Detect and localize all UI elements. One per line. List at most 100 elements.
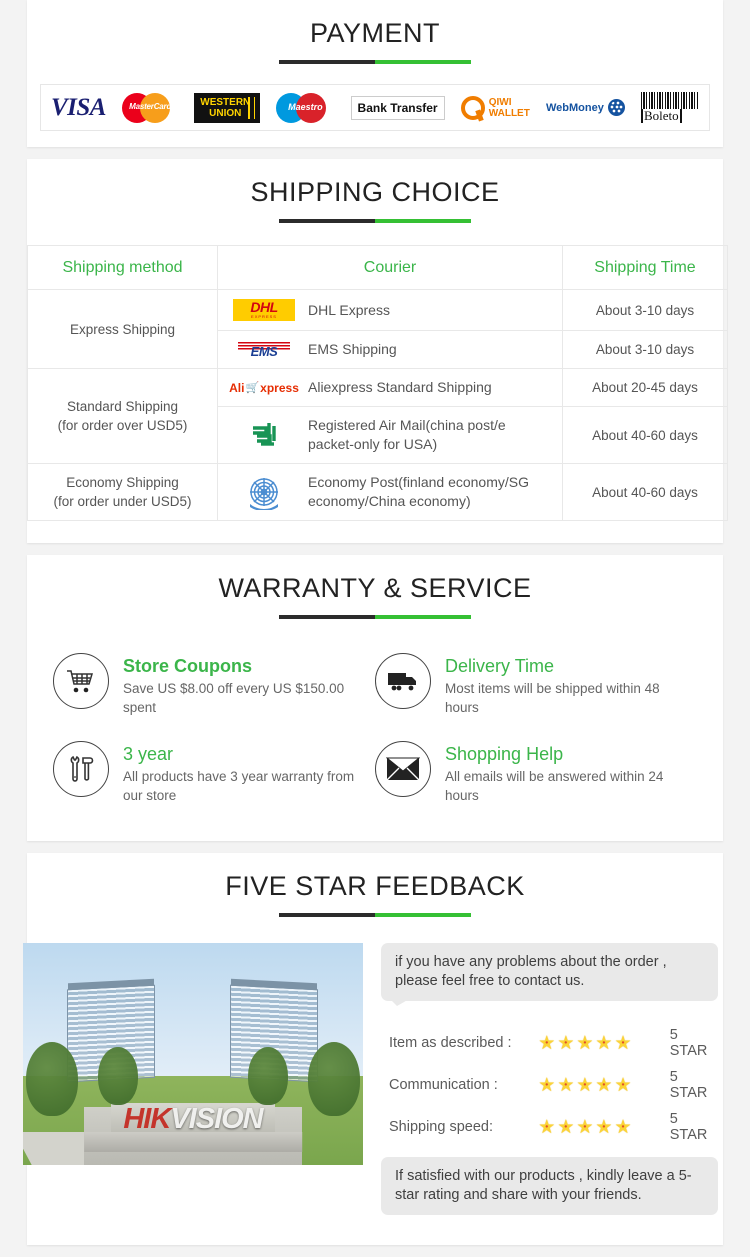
star-icon: ★ [595, 1076, 612, 1095]
shopping-cart-icon [53, 653, 109, 709]
rating-value: 5 STAR [669, 1069, 708, 1101]
cell-courier: EMS EMS Shipping [217, 330, 563, 369]
cell-time: About 20-45 days [562, 368, 728, 407]
underline-dark-half [279, 60, 375, 64]
wu-line2: UNION [209, 107, 242, 119]
warranty-item-desc: Save US $8.00 off every US $150.00 spent [123, 681, 345, 715]
star-icon: ★ [557, 1034, 574, 1053]
shipping-title: SHIPPING CHOICE [250, 177, 500, 207]
maestro-logo: Maestro [276, 92, 334, 123]
table-row: Express Shipping DHL EXPRESS DHL Express … [27, 289, 728, 369]
tree [307, 1042, 360, 1117]
sign-text-red: HIK [123, 1103, 171, 1136]
tree [248, 1047, 289, 1106]
visa-logo: VISA [51, 93, 106, 121]
webmoney-globe-icon [607, 99, 625, 116]
qiwi-wallet-logo: QIWI WALLET [460, 95, 530, 120]
underline-dark-half [279, 615, 375, 619]
method-line1: Economy Shipping [66, 475, 179, 490]
courier-name: DHL Express [308, 301, 390, 318]
underline-green-half [375, 60, 471, 64]
cell-time: About 40-60 days [562, 463, 728, 521]
star-icon: ★ [538, 1076, 555, 1095]
star-icon: ★ [595, 1118, 612, 1137]
warranty-item-desc: Most items will be shipped within 48 hou… [445, 681, 660, 715]
rating-row-communication: Communication : ★ ★ ★ ★ ★ 5 STAR [389, 1069, 718, 1101]
star-rating-icons: ★ ★ ★ ★ ★ [538, 1076, 655, 1095]
title-underline [279, 615, 471, 619]
column-header-courier: Courier [217, 245, 563, 290]
warranty-item-delivery-time: Delivery Time Most items will be shipped… [375, 653, 697, 717]
webmoney-logo: WebMoney [546, 99, 625, 116]
courier-name: EMS Shipping [308, 341, 397, 357]
cell-courier: Ali 🛒 xpress Aliexpress Standard Shipping [217, 368, 563, 407]
courier-name: Registered Air Mail(china post/e packet-… [308, 417, 506, 452]
sign-text-white: VISION [170, 1103, 263, 1136]
star-icon: ★ [557, 1118, 574, 1137]
bank-transfer-logo: Bank Transfer [350, 95, 445, 120]
payment-section: PAYMENT VISA MasterCard WESTERN UNION Ma… [27, 0, 723, 147]
star-icon: ★ [614, 1118, 631, 1137]
star-icon: ★ [576, 1118, 593, 1137]
column-header-time: Shipping Time [562, 245, 728, 290]
cell-method: Economy Shipping (for order under USD5) [27, 463, 218, 521]
warranty-item-desc: All products have 3 year warranty from o… [123, 769, 355, 803]
star-icon: ★ [538, 1034, 555, 1053]
feedback-section: FIVE STAR FEEDBACK HIKVISION if you have… [23, 853, 723, 1245]
cell-method: Express Shipping [27, 289, 218, 369]
star-rating-icons: ★ ★ ★ ★ ★ [538, 1118, 655, 1137]
underline-dark-half [279, 219, 375, 223]
ems-logo: EMS [226, 341, 302, 358]
china-post-logo [226, 419, 302, 451]
warranty-item-title: Store Coupons [123, 656, 252, 676]
warranty-item-shopping-help: Shopping Help All emails will be answere… [375, 741, 697, 805]
table-row: Economy Shipping (for order under USD5) [27, 463, 728, 521]
star-icon: ★ [614, 1076, 631, 1095]
warranty-item-desc: All emails will be answered within 24 ho… [445, 769, 664, 803]
payment-logo-strip: VISA MasterCard WESTERN UNION Maestro Ba… [40, 84, 710, 131]
qiwi-line2: WALLET [488, 107, 530, 119]
underline-green-half [375, 913, 471, 917]
star-icon: ★ [538, 1118, 555, 1137]
tree [97, 1047, 138, 1106]
warranty-item-3-year: 3 year All products have 3 year warranty… [53, 741, 375, 805]
hikvision-sign: HIKVISION [123, 1103, 263, 1136]
shipping-table: Shipping method Courier Shipping Time Ex… [27, 245, 728, 521]
cell-courier: Economy Post(finland economy/SG economy/… [217, 463, 563, 521]
method-line2: (for order under USD5) [53, 494, 192, 509]
contact-message-bubble: if you have any problems about the order… [381, 943, 718, 1006]
mastercard-logo: MasterCard [122, 92, 178, 123]
title-underline [279, 60, 471, 64]
cell-time: About 40-60 days [562, 406, 728, 464]
courier-name: Economy Post(finland economy/SG economy/… [308, 474, 529, 509]
warranty-item-store-coupons: Store Coupons Save US $8.00 off every US… [53, 653, 375, 717]
page-title: PAYMENT [309, 18, 440, 48]
china-post-glyph [253, 423, 276, 446]
mastercard-label: MasterCard [129, 101, 172, 111]
star-icon: ★ [576, 1034, 593, 1053]
title-underline [279, 913, 471, 917]
warranty-section: WARRANTY & SERVICE Store Coupons Save US… [27, 555, 723, 841]
feedback-body: HIKVISION if you have any problems about… [23, 943, 723, 1215]
delivery-truck-icon [375, 653, 431, 709]
star-icon: ★ [557, 1076, 574, 1095]
tools-icon [53, 741, 109, 797]
rating-label: Communication : [389, 1077, 498, 1093]
boleto-logo: Boleto [640, 92, 699, 123]
warranty-title: WARRANTY & SERVICE [218, 573, 532, 603]
warranty-item-title: Shopping Help [445, 744, 564, 764]
dhl-logo: DHL EXPRESS [226, 299, 302, 321]
united-nations-glyph [250, 478, 278, 510]
tree [26, 1042, 79, 1117]
rating-value: 5 STAR [669, 1111, 708, 1143]
table-header-row: Shipping method Courier Shipping Time [27, 245, 728, 290]
un-post-logo [226, 474, 302, 510]
shipping-section: SHIPPING CHOICE Shipping method Courier … [27, 159, 728, 543]
feedback-title: FIVE STAR FEEDBACK [225, 871, 525, 901]
qiwi-line1: QIWI [488, 96, 512, 108]
warranty-item-title: 3 year [123, 744, 174, 764]
barcode-icon [640, 92, 699, 109]
method-line1: Standard Shipping [66, 399, 179, 414]
underline-dark-half [279, 913, 375, 917]
rating-row-item-as-described: Item as described : ★ ★ ★ ★ ★ 5 STAR [389, 1027, 718, 1059]
